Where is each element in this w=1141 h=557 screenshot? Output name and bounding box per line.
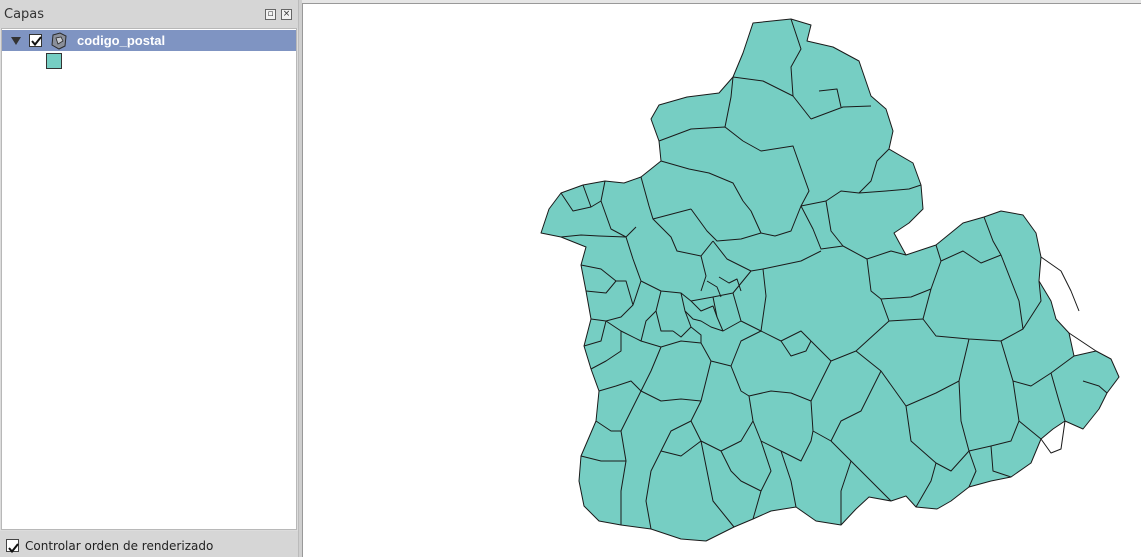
dock-titlebar: Capas ▫ × (0, 0, 298, 28)
expand-arrow-icon[interactable] (11, 37, 21, 45)
layer-name: codigo_postal (77, 33, 166, 48)
float-dock-icon[interactable]: ▫ (265, 9, 276, 20)
render-order-label: Controlar orden de renderizado (25, 539, 214, 553)
layers-dock: Capas ▫ × codigo_postal Controlar orden … (0, 0, 298, 557)
dock-title: Capas (4, 7, 45, 22)
qgis-window: Capas ▫ × codigo_postal Controlar orden … (0, 0, 1141, 557)
province-polygon (540, 18, 1120, 542)
polygon-layer-icon (50, 32, 68, 50)
layer-row-codigo-postal[interactable]: codigo_postal (2, 30, 296, 51)
legend-symbol-swatch[interactable] (46, 53, 62, 69)
close-dock-icon[interactable]: × (281, 9, 292, 20)
layer-tree[interactable]: codigo_postal (1, 28, 297, 530)
render-order-checkbox[interactable] (6, 539, 19, 554)
map-canvas[interactable] (302, 3, 1141, 557)
map-svg (540, 18, 1120, 542)
layer-visibility-checkbox[interactable] (29, 34, 42, 47)
dock-footer: Controlar orden de renderizado (0, 531, 298, 557)
